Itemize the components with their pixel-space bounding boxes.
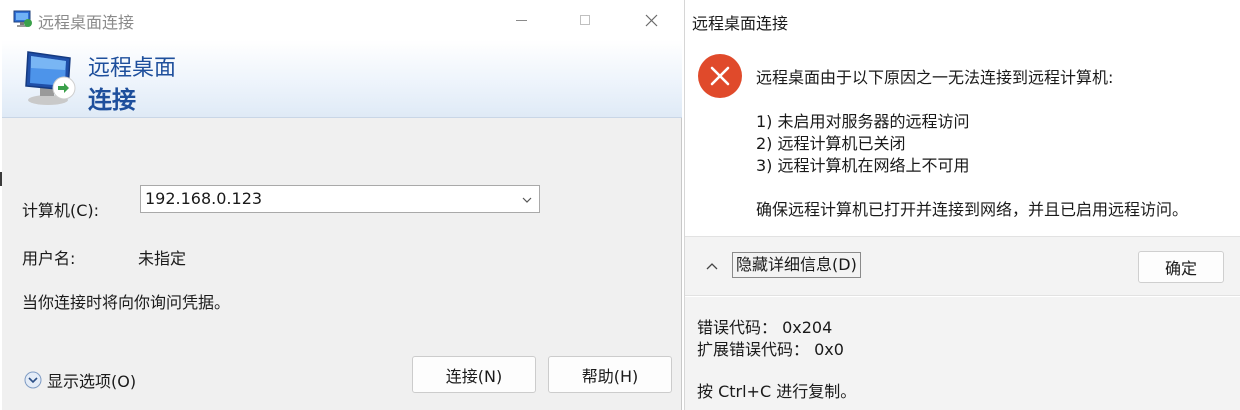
show-options-toggle[interactable]: 显示选项(O) [24, 369, 136, 391]
banner-title-line2: 连接 [88, 86, 136, 114]
dialog-footer: 隐藏详细信息(D) 确定 [685, 236, 1240, 296]
reason-item: 2) 远程计算机已关闭 [756, 134, 906, 153]
computer-label: 计算机(C): [22, 201, 100, 220]
credentials-hint: 当你连接时将向你询问凭据。 [22, 293, 231, 312]
error-message: 远程桌面由于以下原因之一无法连接到远程计算机: [756, 68, 1114, 87]
window-title: 远程桌面连接 [38, 13, 135, 32]
help-button[interactable]: 帮助(H) [548, 356, 672, 393]
computer-input-value[interactable]: 192.168.0.123 [145, 189, 262, 208]
ok-button[interactable]: 确定 [1138, 251, 1224, 283]
header-banner: 远程桌面 连接 [2, 40, 682, 118]
dialog-title: 远程桌面连接 [692, 14, 789, 33]
connect-button[interactable]: 连接(N) [412, 356, 536, 393]
hide-details-button[interactable]: 隐藏详细信息(D) [732, 252, 861, 278]
error-code: 错误代码： 0x204 [697, 318, 833, 337]
remote-desktop-large-icon [20, 46, 80, 108]
reason-item: 3) 远程计算机在网络上不可用 [756, 156, 970, 175]
ensure-message: 确保远程计算机已打开并连接到网络，并且已启用远程访问。 [756, 200, 1189, 219]
minimize-button[interactable] [498, 4, 544, 36]
reason-item: 1) 未启用对服务器的远程访问 [756, 112, 970, 131]
banner-title-line1: 远程桌面 [88, 56, 177, 81]
maximize-icon [580, 15, 590, 25]
show-options-label: 显示选项(O) [47, 372, 137, 391]
remote-desktop-icon [12, 8, 34, 30]
extended-error-code: 扩展错误代码： 0x0 [697, 340, 844, 359]
username-label: 用户名: [22, 249, 76, 268]
remote-desktop-connection-window: 远程桌面连接 远程桌面 连接 计算机(C): 192.168.0.123 用户名… [2, 0, 682, 410]
error-dialog: 远程桌面连接 远程桌面由于以下原因之一无法连接到远程计算机: 1) 未启用对服务… [684, 0, 1240, 410]
chevron-down-icon[interactable] [519, 192, 535, 208]
close-icon [645, 14, 657, 26]
computer-combobox[interactable]: 192.168.0.123 [140, 185, 540, 213]
maximize-button[interactable] [562, 4, 608, 36]
username-value: 未指定 [138, 249, 187, 268]
minimize-icon [515, 19, 527, 21]
expand-options-icon [24, 371, 42, 389]
error-details-panel: 错误代码： 0x204 扩展错误代码： 0x0 按 Ctrl+C 进行复制。 [685, 297, 1240, 410]
chevron-up-icon[interactable] [705, 260, 719, 274]
title-bar[interactable]: 远程桌面连接 [2, 0, 682, 40]
close-button[interactable] [628, 4, 674, 36]
error-icon [698, 54, 742, 98]
copy-hint: 按 Ctrl+C 进行复制。 [697, 382, 857, 401]
